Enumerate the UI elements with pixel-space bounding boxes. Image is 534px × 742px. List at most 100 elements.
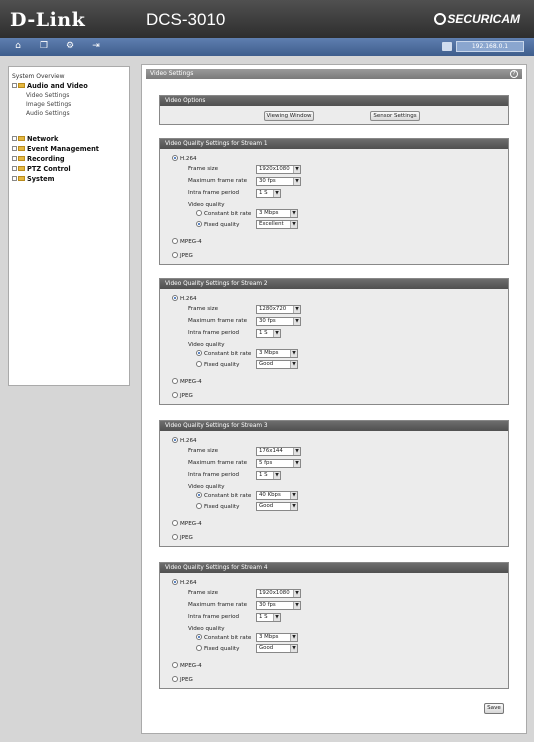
- sidebar-item-audio-settings[interactable]: Audio Settings: [12, 109, 126, 118]
- chevron-down-icon: ▼: [293, 318, 300, 325]
- expand-icon[interactable]: [12, 146, 17, 151]
- jpeg-radio[interactable]: [172, 252, 178, 258]
- fixed-quality-select[interactable]: Excellent ▼: [256, 220, 298, 229]
- sidebar-item-ptz-control[interactable]: PTZ Control: [12, 165, 126, 174]
- sensor-settings-button[interactable]: Sensor Settings: [370, 111, 420, 121]
- constant-bit-rate-option[interactable]: Constant bit rate: [196, 492, 251, 499]
- max-frame-rate-select[interactable]: 30 fps ▼: [256, 317, 301, 326]
- h264-option[interactable]: H.264: [172, 295, 197, 302]
- expand-icon[interactable]: [12, 166, 17, 171]
- constant-bit-rate-radio[interactable]: [196, 350, 202, 356]
- intra-frame-period-select[interactable]: 1 S ▼: [256, 471, 281, 480]
- h264-option[interactable]: H.264: [172, 437, 197, 444]
- constant-bit-rate-radio[interactable]: [196, 634, 202, 640]
- sidebar-item-audio-video[interactable]: Audio and Video: [12, 82, 126, 91]
- sidebar-item-event-management[interactable]: Event Management: [12, 145, 126, 154]
- constant-bit-rate-option[interactable]: Constant bit rate: [196, 350, 251, 357]
- jpeg-radio[interactable]: [172, 534, 178, 540]
- jpeg-option[interactable]: JPEG: [172, 252, 193, 259]
- h264-radio[interactable]: [172, 155, 178, 161]
- max-frame-rate-select[interactable]: 30 fps ▼: [256, 601, 301, 610]
- jpeg-option[interactable]: JPEG: [172, 392, 193, 399]
- mpeg4-option[interactable]: MPEG-4: [172, 520, 202, 527]
- fixed-quality-label: Fixed quality: [204, 504, 240, 510]
- fixed-quality-value: Excellent: [259, 221, 284, 227]
- fixed-quality-option[interactable]: Fixed quality: [196, 645, 239, 652]
- folder-icon: [18, 156, 25, 161]
- frame-size-select[interactable]: 1280x720 ▼: [256, 305, 301, 314]
- setup-icon[interactable]: ⚙: [64, 41, 76, 52]
- intra-frame-period-select[interactable]: 1 S ▼: [256, 613, 281, 622]
- h264-radio[interactable]: [172, 579, 178, 585]
- mpeg4-radio[interactable]: [172, 238, 178, 244]
- video-quality-label: Video quality: [188, 484, 225, 490]
- folder-icon: [18, 166, 25, 171]
- mpeg4-option[interactable]: MPEG-4: [172, 378, 202, 385]
- copy-icon[interactable]: ❐: [38, 41, 50, 52]
- constant-bit-rate-option[interactable]: Constant bit rate: [196, 634, 251, 641]
- mpeg4-label: MPEG-4: [180, 663, 202, 669]
- fixed-quality-select[interactable]: Good ▼: [256, 360, 298, 369]
- h264-radio[interactable]: [172, 437, 178, 443]
- expand-icon[interactable]: [12, 136, 17, 141]
- help-icon[interactable]: ?: [510, 70, 518, 78]
- collapse-icon[interactable]: [12, 83, 17, 88]
- h264-option[interactable]: H.264: [172, 155, 197, 162]
- fixed-quality-select[interactable]: Good ▼: [256, 644, 298, 653]
- frame-size-select[interactable]: 1920x1080 ▼: [256, 589, 301, 598]
- bit-rate-select[interactable]: 3 Mbps ▼: [256, 209, 298, 218]
- fixed-quality-select[interactable]: Good ▼: [256, 502, 298, 511]
- home-icon[interactable]: ⌂: [12, 41, 24, 52]
- chevron-down-icon: ▼: [293, 602, 300, 609]
- h264-radio[interactable]: [172, 295, 178, 301]
- intra-frame-period-select[interactable]: 1 S ▼: [256, 189, 281, 198]
- expand-icon[interactable]: [12, 176, 17, 181]
- max-frame-rate-select[interactable]: 30 fps ▼: [256, 177, 301, 186]
- mpeg4-radio[interactable]: [172, 378, 178, 384]
- constant-bit-rate-radio[interactable]: [196, 492, 202, 498]
- fixed-quality-option[interactable]: Fixed quality: [196, 361, 239, 368]
- chevron-down-icon: ▼: [290, 361, 297, 368]
- jpeg-radio[interactable]: [172, 676, 178, 682]
- sidebar-item-video-settings[interactable]: Video Settings: [12, 91, 126, 100]
- frame-size-select[interactable]: 1920x1080 ▼: [256, 165, 301, 174]
- sidebar-item-system[interactable]: System: [12, 175, 126, 184]
- header-bar: D-Link DCS-3010 SECURICAM: [0, 0, 534, 38]
- fixed-quality-radio[interactable]: [196, 645, 202, 651]
- h264-option[interactable]: H.264: [172, 579, 197, 586]
- bit-rate-select[interactable]: 3 Mbps ▼: [256, 633, 298, 642]
- fixed-quality-label: Fixed quality: [204, 222, 240, 228]
- sidebar-item-network[interactable]: Network: [12, 135, 126, 144]
- expand-icon[interactable]: [12, 156, 17, 161]
- fixed-quality-option[interactable]: Fixed quality: [196, 503, 239, 510]
- mpeg4-option[interactable]: MPEG-4: [172, 238, 202, 245]
- constant-bit-rate-option[interactable]: Constant bit rate: [196, 210, 251, 217]
- fixed-quality-radio[interactable]: [196, 503, 202, 509]
- fixed-quality-radio[interactable]: [196, 221, 202, 227]
- save-button[interactable]: Save: [484, 703, 504, 714]
- chevron-down-icon: ▼: [273, 330, 280, 337]
- jpeg-radio[interactable]: [172, 392, 178, 398]
- frame-size-select[interactable]: 176x144 ▼: [256, 447, 301, 456]
- mpeg4-radio[interactable]: [172, 662, 178, 668]
- max-frame-rate-select[interactable]: 5 fps ▼: [256, 459, 301, 468]
- constant-bit-rate-radio[interactable]: [196, 210, 202, 216]
- frame-size-value: 1920x1080: [259, 166, 290, 172]
- bit-rate-select[interactable]: 3 Mbps ▼: [256, 349, 298, 358]
- fixed-quality-radio[interactable]: [196, 361, 202, 367]
- intra-frame-period-select[interactable]: 1 S ▼: [256, 329, 281, 338]
- constant-bit-rate-label: Constant bit rate: [204, 493, 252, 499]
- sidebar-item-recording[interactable]: Recording: [12, 155, 126, 164]
- jpeg-option[interactable]: JPEG: [172, 534, 193, 541]
- chevron-down-icon: ▼: [293, 178, 300, 185]
- jpeg-option[interactable]: JPEG: [172, 676, 193, 683]
- viewing-window-button[interactable]: Viewing Window: [264, 111, 314, 121]
- mpeg4-option[interactable]: MPEG-4: [172, 662, 202, 669]
- intra-frame-period-label: Intra frame period: [188, 472, 240, 478]
- fixed-quality-option[interactable]: Fixed quality: [196, 221, 239, 228]
- mpeg4-radio[interactable]: [172, 520, 178, 526]
- exit-icon[interactable]: ⇥: [90, 41, 102, 52]
- bit-rate-select[interactable]: 40 Kbps ▼: [256, 491, 298, 500]
- sidebar-item-system-overview[interactable]: System Overview: [12, 73, 126, 80]
- sidebar-item-image-settings[interactable]: Image Settings: [12, 100, 126, 109]
